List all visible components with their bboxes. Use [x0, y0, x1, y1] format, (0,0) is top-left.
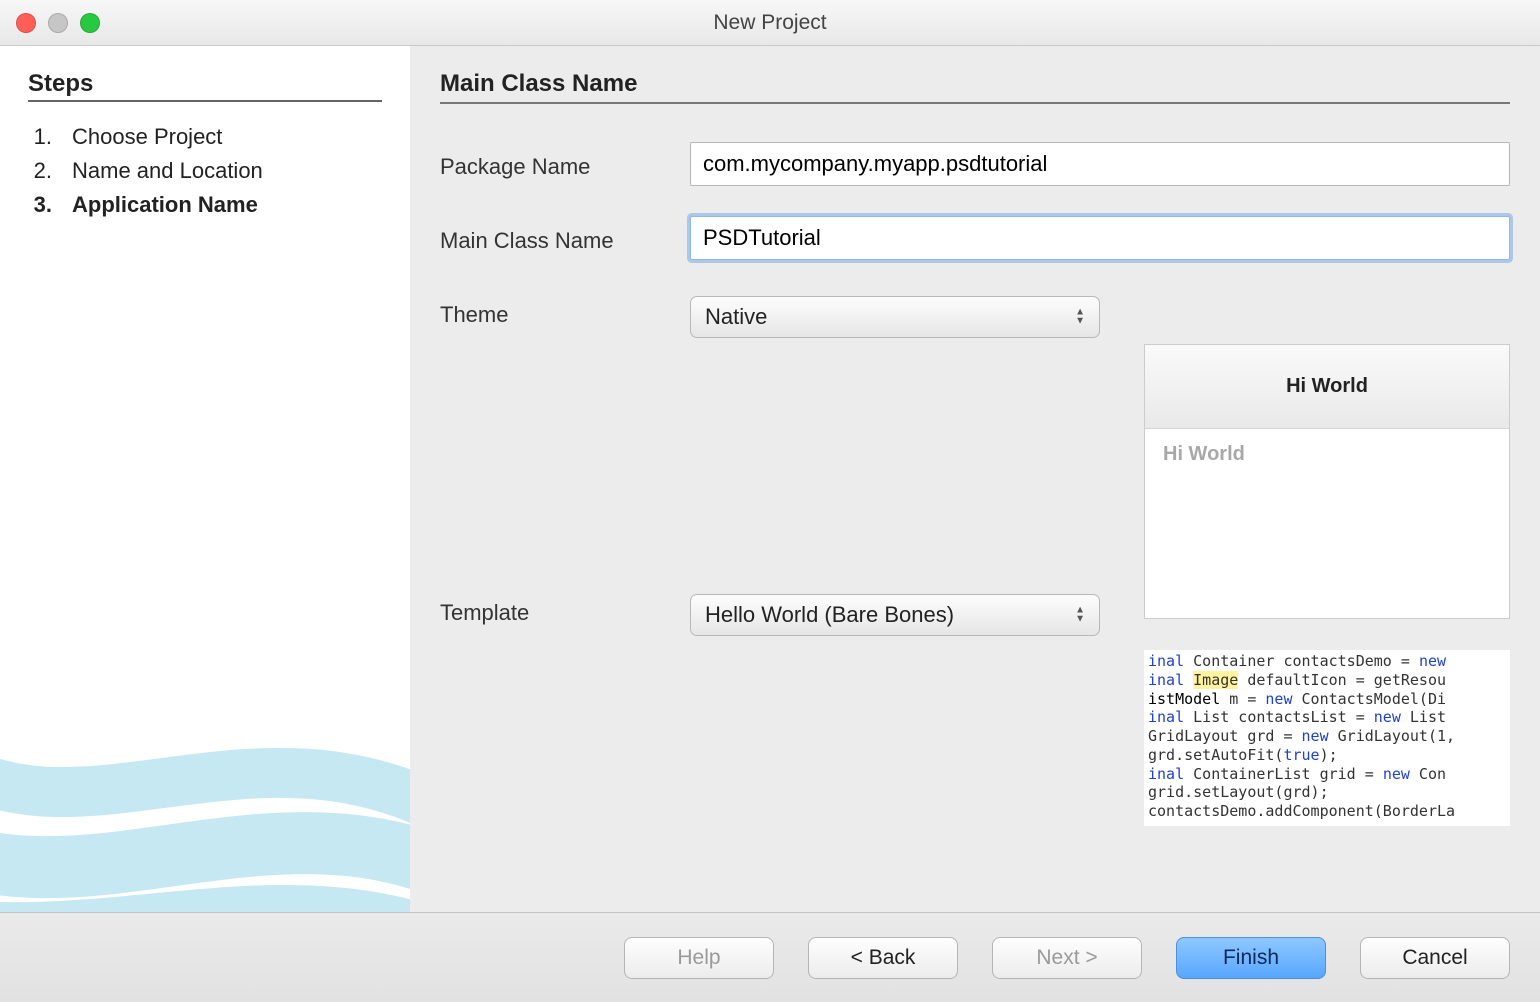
decorative-swoosh-icon: [0, 682, 410, 912]
steps-list: 1. Choose Project 2. Name and Location 3…: [28, 120, 382, 222]
step-item: 1. Choose Project: [28, 120, 382, 154]
main-class-name-label: Main Class Name: [440, 222, 690, 254]
chevron-up-down-icon: ▲▼: [1075, 309, 1085, 326]
window-title: New Project: [0, 11, 1540, 35]
template-select[interactable]: Hello World (Bare Bones) ▲▼: [690, 594, 1100, 636]
next-button[interactable]: Next >: [992, 937, 1142, 979]
finish-button[interactable]: Finish: [1176, 937, 1326, 979]
wizard-main-panel: Main Class Name Package Name Main Class …: [410, 46, 1540, 912]
theme-label: Theme: [440, 296, 690, 328]
titlebar: New Project: [0, 0, 1540, 46]
main-class-name-input[interactable]: [690, 216, 1510, 260]
back-button[interactable]: < Back: [808, 937, 958, 979]
theme-preview-title: Hi World: [1145, 345, 1509, 429]
template-label: Template: [440, 594, 690, 626]
help-button[interactable]: Help: [624, 937, 774, 979]
steps-heading: Steps: [28, 70, 382, 98]
divider: [28, 100, 382, 102]
theme-select-value: Native: [705, 304, 767, 330]
chevron-up-down-icon: ▲▼: [1075, 607, 1085, 624]
template-select-value: Hello World (Bare Bones): [705, 602, 954, 628]
package-name-input[interactable]: [690, 142, 1510, 186]
theme-preview-body: Hi World: [1145, 429, 1509, 480]
step-label: Choose Project: [72, 120, 222, 154]
step-number: 1.: [28, 120, 52, 154]
step-label: Application Name: [72, 188, 258, 222]
wizard-steps-sidebar: Steps 1. Choose Project 2. Name and Loca…: [0, 46, 410, 912]
divider: [440, 102, 1510, 104]
template-preview: inal Container contactsDemo = newinal Im…: [1144, 650, 1510, 826]
wizard-footer: Help < Back Next > Finish Cancel: [0, 912, 1540, 1002]
cancel-button[interactable]: Cancel: [1360, 937, 1510, 979]
step-label: Name and Location: [72, 154, 263, 188]
package-name-label: Package Name: [440, 148, 690, 180]
step-number: 3.: [28, 188, 52, 222]
step-number: 2.: [28, 154, 52, 188]
step-item-active: 3. Application Name: [28, 188, 382, 222]
step-item: 2. Name and Location: [28, 154, 382, 188]
page-title: Main Class Name: [440, 70, 1510, 98]
theme-preview: Hi World Hi World: [1144, 344, 1510, 619]
theme-select[interactable]: Native ▲▼: [690, 296, 1100, 338]
